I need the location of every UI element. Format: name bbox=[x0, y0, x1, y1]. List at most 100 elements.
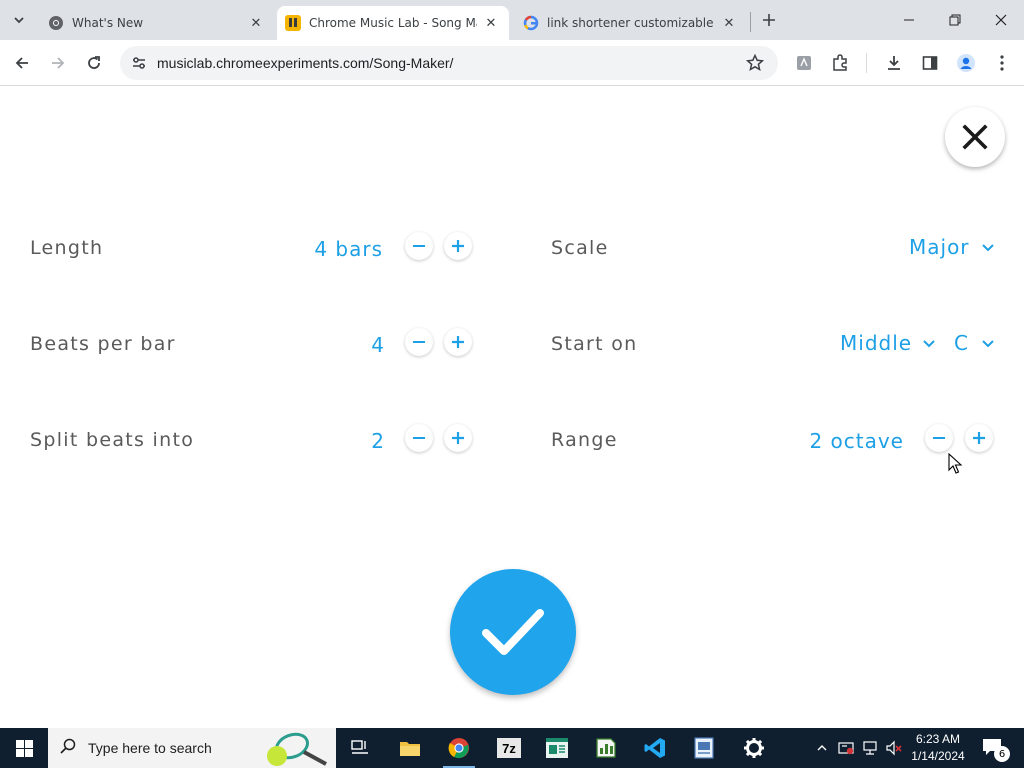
beats-per-bar-increment-button[interactable] bbox=[444, 328, 472, 356]
start-octave-dropdown[interactable]: Middle bbox=[836, 329, 942, 357]
mouse-cursor-icon bbox=[948, 453, 962, 474]
extensions-puzzle-icon[interactable] bbox=[826, 49, 854, 77]
7zip-app[interactable]: 7z bbox=[485, 728, 533, 768]
windows-logo-icon bbox=[15, 739, 33, 757]
folder-icon bbox=[400, 742, 420, 756]
task-view-button[interactable] bbox=[336, 728, 384, 768]
vscode-icon bbox=[644, 738, 665, 758]
plus-icon bbox=[452, 336, 464, 348]
gear-icon bbox=[744, 738, 764, 758]
search-placeholder: Type here to search bbox=[88, 740, 212, 756]
close-tab-icon[interactable]: ✕ bbox=[483, 15, 499, 31]
settings-app[interactable] bbox=[730, 728, 778, 768]
scale-dropdown[interactable]: Major bbox=[905, 233, 1000, 261]
download-icon[interactable] bbox=[880, 49, 908, 77]
network-icon[interactable] bbox=[862, 740, 878, 756]
spreadsheet-chart-icon bbox=[596, 738, 616, 758]
plus-icon bbox=[763, 14, 775, 26]
song-maker-settings: Length 4 bars Beats per bar 4 Split beat… bbox=[0, 87, 1024, 728]
7zip-icon: 7z bbox=[497, 738, 521, 758]
close-icon bbox=[962, 124, 988, 150]
scale-label: Scale bbox=[551, 237, 609, 259]
close-tab-icon[interactable]: ✕ bbox=[248, 15, 264, 31]
file-explorer-app[interactable] bbox=[386, 728, 434, 768]
restore-button[interactable] bbox=[932, 0, 978, 40]
google-icon bbox=[523, 15, 539, 31]
notes-app[interactable] bbox=[533, 728, 581, 768]
start-button[interactable] bbox=[0, 728, 48, 768]
translate-extension-icon[interactable] bbox=[790, 49, 818, 77]
range-decrement-button[interactable] bbox=[925, 424, 953, 452]
length-value: 4 bars bbox=[314, 237, 383, 261]
close-tab-icon[interactable]: ✕ bbox=[721, 15, 737, 31]
taskbar-clock[interactable]: 6:23 AM 1/14/2024 bbox=[900, 731, 976, 765]
split-beats-increment-button[interactable] bbox=[444, 424, 472, 452]
reload-icon bbox=[88, 56, 100, 69]
arrow-right-icon bbox=[52, 57, 65, 69]
minimize-icon bbox=[904, 19, 914, 21]
length-decrement-button[interactable] bbox=[405, 232, 433, 260]
chrome-icon bbox=[448, 738, 469, 759]
split-beats-decrement-button[interactable] bbox=[405, 424, 433, 452]
chevron-down-icon bbox=[923, 340, 935, 348]
beats-per-bar-decrement-button[interactable] bbox=[405, 328, 433, 356]
vscode-app[interactable] bbox=[631, 728, 679, 768]
beats-per-bar-value: 4 bbox=[371, 333, 385, 357]
close-icon bbox=[995, 14, 1007, 26]
tab-song-maker[interactable]: Chrome Music Lab - Song Maker ✕ bbox=[277, 6, 509, 40]
search-icon bbox=[60, 738, 76, 758]
profile-avatar-icon[interactable] bbox=[952, 49, 980, 77]
confirm-settings-button[interactable] bbox=[450, 569, 576, 695]
chevron-down-icon bbox=[982, 340, 994, 348]
chevron-down-icon bbox=[14, 17, 24, 24]
chevron-up-icon[interactable] bbox=[814, 740, 830, 756]
forward-button[interactable] bbox=[44, 49, 72, 77]
minus-icon bbox=[413, 245, 425, 247]
windows-taskbar: Type here to search 7z 6:23 AM 1/14/2024… bbox=[0, 728, 1024, 768]
new-tab-button[interactable] bbox=[757, 8, 781, 32]
notification-count-badge: 6 bbox=[994, 746, 1010, 762]
music-lab-icon bbox=[285, 15, 301, 31]
back-button[interactable] bbox=[8, 49, 36, 77]
length-label: Length bbox=[30, 237, 104, 259]
bookmark-star-icon[interactable] bbox=[744, 52, 766, 74]
site-info-icon[interactable] bbox=[128, 52, 150, 74]
tab-whats-new[interactable]: What's New ✕ bbox=[40, 6, 274, 40]
tab-title: Chrome Music Lab - Song Maker bbox=[309, 16, 477, 30]
plus-icon bbox=[452, 432, 464, 444]
tab-strip: What's New ✕ Chrome Music Lab - Song Mak… bbox=[0, 0, 1024, 40]
minus-icon bbox=[933, 437, 945, 439]
clock-time: 6:23 AM bbox=[915, 732, 961, 746]
spreadsheet-app[interactable] bbox=[582, 728, 630, 768]
tab-search-button[interactable] bbox=[6, 8, 32, 32]
beats-per-bar-label: Beats per bar bbox=[30, 333, 176, 355]
restore-icon bbox=[949, 14, 961, 26]
image-file-icon bbox=[694, 737, 714, 759]
close-settings-button[interactable] bbox=[945, 107, 1005, 167]
plus-icon bbox=[452, 240, 464, 252]
notification-center-button[interactable]: 6 bbox=[982, 738, 1010, 762]
security-status-icon[interactable] bbox=[838, 740, 854, 756]
reload-button[interactable] bbox=[80, 49, 108, 77]
chevron-down-icon bbox=[982, 244, 994, 252]
browser-toolbar: musiclab.chromeexperiments.com/Song-Make… bbox=[0, 40, 1024, 86]
minimize-button[interactable] bbox=[886, 0, 932, 40]
chrome-app[interactable] bbox=[435, 728, 483, 768]
length-increment-button[interactable] bbox=[444, 232, 472, 260]
start-note-value: C bbox=[954, 331, 969, 355]
url-text: musiclab.chromeexperiments.com/Song-Make… bbox=[157, 55, 454, 71]
taskbar-search-box[interactable]: Type here to search bbox=[48, 728, 336, 768]
scale-value: Major bbox=[909, 235, 970, 259]
range-increment-button[interactable] bbox=[965, 424, 993, 452]
tab-google-search[interactable]: link shortener customizable - Google Sea… bbox=[515, 6, 747, 40]
image-viewer-app[interactable] bbox=[680, 728, 728, 768]
side-panel-icon[interactable] bbox=[916, 49, 944, 77]
tab-separator bbox=[750, 12, 751, 32]
close-window-button[interactable] bbox=[978, 0, 1024, 40]
tennis-racket-icon bbox=[267, 732, 327, 766]
start-octave-value: Middle bbox=[840, 331, 913, 355]
minus-icon bbox=[413, 341, 425, 343]
menu-kebab-icon[interactable] bbox=[988, 49, 1016, 77]
start-note-dropdown[interactable]: C bbox=[950, 329, 1000, 357]
address-bar[interactable]: musiclab.chromeexperiments.com/Song-Make… bbox=[120, 46, 778, 80]
